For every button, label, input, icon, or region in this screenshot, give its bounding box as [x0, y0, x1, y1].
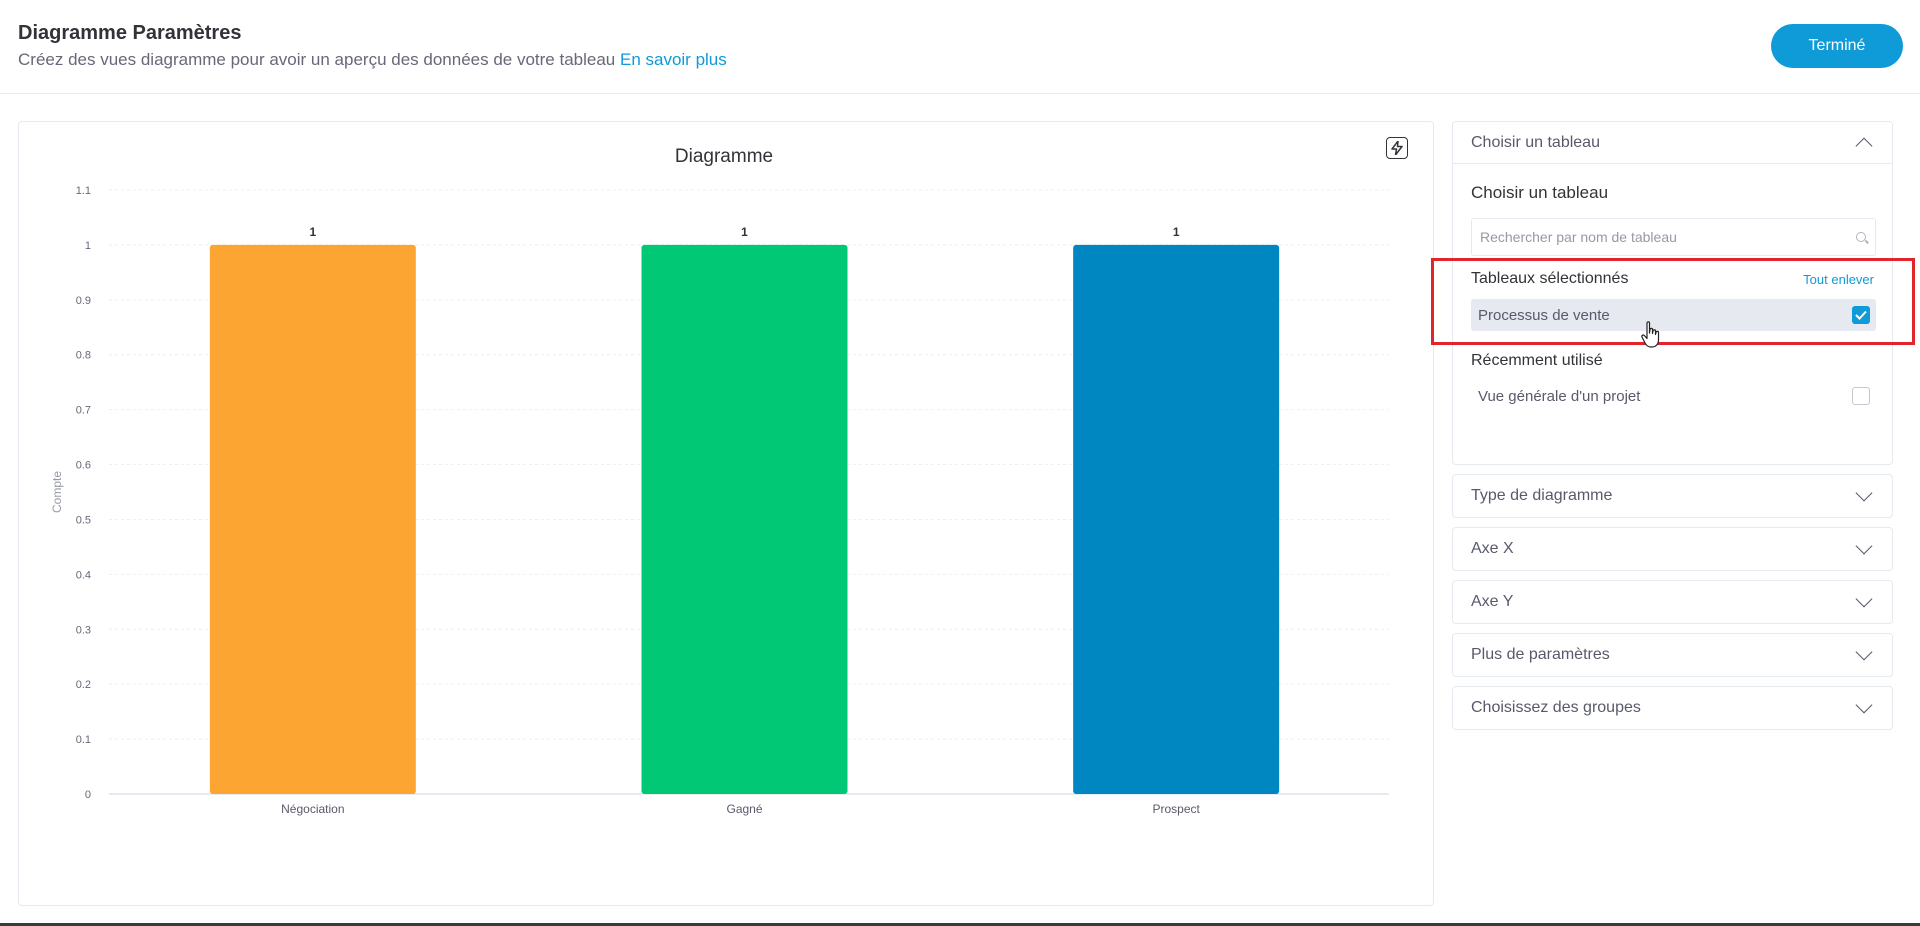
y-axis-label: Axe Y	[1471, 593, 1514, 610]
bar	[209, 244, 416, 795]
section-y-axis[interactable]: Axe Y	[1452, 580, 1893, 624]
chevron-down-icon	[1855, 696, 1873, 714]
y-tick-label: 1.1	[76, 185, 91, 197]
chart-type-label: Type de diagramme	[1471, 487, 1613, 504]
chevron-down-icon	[1855, 484, 1873, 502]
data-label: 1	[1173, 225, 1180, 239]
subtitle-text: Créez des vues diagramme pour avoir un a…	[18, 50, 620, 69]
y-axis-title: Compte	[50, 471, 64, 513]
page-subtitle: Créez des vues diagramme pour avoir un a…	[18, 50, 727, 70]
choose-board-title: Choisir un tableau	[1471, 183, 1609, 202]
recent-board-label: Vue générale d'un projet	[1478, 387, 1641, 405]
settings-panel: Choisir un tableau Choisir un tableau Ta…	[1452, 121, 1893, 739]
page-header: Diagramme Paramètres Créez des vues diag…	[0, 0, 1920, 94]
y-tick-label: 0.7	[76, 405, 91, 417]
groups-label: Choisissez des groupes	[1471, 699, 1641, 716]
data-label: 1	[741, 225, 748, 239]
x-axis-header[interactable]: Axe X	[1453, 528, 1892, 570]
y-tick-label: 0.9	[76, 295, 91, 307]
checkbox-unchecked-icon[interactable]	[1852, 387, 1870, 405]
recently-used-label: Récemment utilisé	[1471, 352, 1603, 369]
x-axis-label: Axe X	[1471, 540, 1514, 557]
y-tick-label: 0.8	[76, 350, 91, 362]
chevron-down-icon	[1855, 643, 1873, 661]
section-more-settings[interactable]: Plus de paramètres	[1452, 633, 1893, 677]
groups-header[interactable]: Choisissez des groupes	[1453, 687, 1892, 729]
y-tick-label: 0.4	[76, 569, 91, 581]
y-tick-label: 0.3	[76, 624, 91, 636]
y-tick-label: 0.5	[76, 514, 91, 526]
chevron-down-icon	[1855, 537, 1873, 555]
search-icon	[1856, 232, 1866, 242]
chart-card: Diagramme 0 0.1 0.2 0.3 0.4 0.5 0.6 0.7 0.8 0.9 1 1.…	[18, 121, 1434, 906]
section-groups[interactable]: Choisissez des groupes	[1452, 686, 1893, 730]
done-button[interactable]: Terminé	[1771, 24, 1903, 68]
y-tick-label: 1	[85, 240, 91, 252]
page-title: Diagramme Paramètres	[18, 22, 242, 44]
more-settings-header[interactable]: Plus de paramètres	[1453, 634, 1892, 676]
chart-title: Diagramme	[675, 146, 773, 167]
recent-board-item[interactable]: Vue générale d'un projet	[1471, 380, 1876, 412]
y-tick-label: 0	[85, 789, 91, 801]
bar	[1073, 244, 1280, 795]
choose-board-header[interactable]: Choisir un tableau	[1453, 122, 1892, 164]
more-settings-label: Plus de paramètres	[1471, 646, 1610, 663]
learn-more-link[interactable]: En savoir plus	[620, 50, 727, 69]
bar-chart: Diagramme 0 0.1 0.2 0.3 0.4 0.5 0.6 0.7 0.8 0.9 1 1.…	[50, 146, 1389, 816]
data-label: 1	[309, 225, 316, 239]
x-tick-label: Prospect	[1152, 802, 1200, 816]
hand-cursor-icon	[1641, 321, 1660, 348]
x-tick-label: Gagné	[726, 802, 762, 816]
choose-board-header-label: Choisir un tableau	[1471, 133, 1600, 151]
y-axis-header[interactable]: Axe Y	[1453, 581, 1892, 623]
highlight-annotation	[1431, 258, 1915, 345]
board-search-input[interactable]	[1471, 218, 1876, 256]
chevron-down-icon	[1855, 590, 1873, 608]
section-chart-type[interactable]: Type de diagramme	[1452, 474, 1893, 518]
section-x-axis[interactable]: Axe X	[1452, 527, 1893, 571]
y-tick-label: 0.1	[76, 734, 91, 746]
y-tick-label: 0.2	[76, 679, 91, 691]
y-tick-label: 0.6	[76, 460, 91, 472]
chart-type-header[interactable]: Type de diagramme	[1453, 475, 1892, 517]
bar	[641, 244, 848, 795]
lightning-icon[interactable]	[1386, 137, 1408, 159]
chevron-up-icon	[1855, 137, 1873, 154]
x-tick-label: Négociation	[281, 802, 344, 816]
